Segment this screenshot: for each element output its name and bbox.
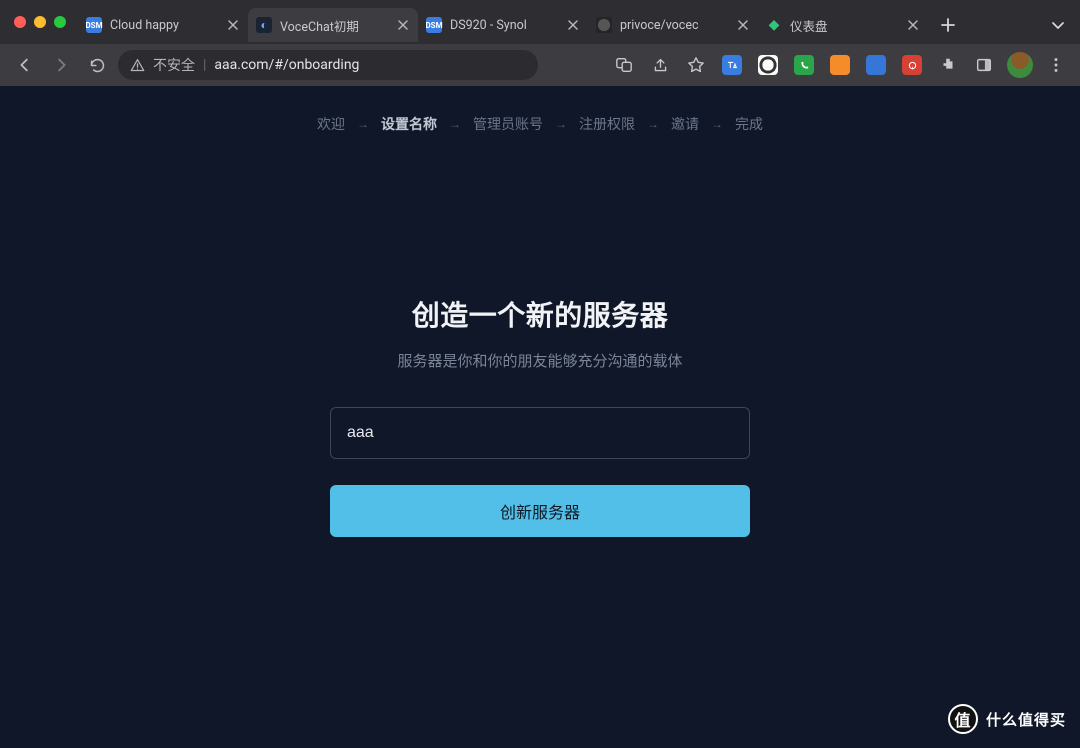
maximize-window-button[interactable]	[54, 16, 66, 28]
minimize-window-button[interactable]	[34, 16, 46, 28]
server-name-field-wrap	[330, 407, 750, 459]
create-server-button[interactable]: 创新服务器	[330, 485, 750, 537]
tab-vocechat[interactable]: ◐ VoceChat初期	[248, 8, 418, 42]
tab-label: Cloud happy	[110, 18, 218, 33]
extension-google-translate[interactable]	[718, 51, 746, 79]
back-button[interactable]	[10, 50, 40, 80]
profile-avatar[interactable]	[1006, 51, 1034, 79]
watermark-logo-icon: 值	[948, 704, 978, 734]
tab-bar: DSM Cloud happy ◐ VoceChat初期 DSM DS920 -…	[0, 0, 1080, 44]
step-invite: 邀请	[671, 114, 699, 134]
dsm-favicon-icon: DSM	[426, 17, 442, 33]
translate-icon[interactable]	[610, 51, 638, 79]
close-tab-icon[interactable]	[906, 18, 920, 32]
step-done: 完成	[735, 114, 763, 134]
browser-menu-button[interactable]	[1042, 51, 1070, 79]
create-server-form: 创新服务器	[330, 407, 750, 537]
tab-label: DS920 - Synol	[450, 18, 558, 33]
forward-button[interactable]	[46, 50, 76, 80]
close-tab-icon[interactable]	[566, 18, 580, 32]
browser-chrome: DSM Cloud happy ◐ VoceChat初期 DSM DS920 -…	[0, 0, 1080, 86]
extensions-icon[interactable]	[934, 51, 962, 79]
avatar-icon	[1007, 52, 1033, 78]
chevron-right-icon: →	[711, 117, 723, 131]
watermark: 值 什么值得买	[948, 704, 1066, 734]
extension-phone[interactable]	[790, 51, 818, 79]
onboarding-card: 创造一个新的服务器 服务器是你和你的朋友能够充分沟通的载体 创新服务器	[0, 134, 1080, 537]
address-bar[interactable]: 不安全 | aaa.com/#/onboarding	[118, 50, 538, 80]
toolbar: 不安全 | aaa.com/#/onboarding	[0, 44, 1080, 86]
chevron-right-icon: →	[449, 117, 461, 131]
tab-label: privoce/vocec	[620, 18, 728, 33]
page: 欢迎 → 设置名称 → 管理员账号 → 注册权限 → 邀请 → 完成 创造一个新…	[0, 86, 1080, 748]
chevron-right-icon: →	[357, 117, 369, 131]
extension-orange[interactable]	[826, 51, 854, 79]
tab-label: 仪表盘	[790, 16, 898, 35]
step-set-name: 设置名称	[381, 114, 437, 134]
window-controls	[8, 16, 78, 28]
tab-privoce[interactable]: privoce/vocec	[588, 8, 758, 42]
chevron-right-icon: →	[555, 117, 567, 131]
panel-icon[interactable]	[970, 51, 998, 79]
tab-dashboard[interactable]: ◆ 仪表盘	[758, 8, 928, 42]
reload-button[interactable]	[82, 50, 112, 80]
tab-cloud-happy[interactable]: DSM Cloud happy	[78, 8, 248, 42]
page-title: 创造一个新的服务器	[0, 294, 1080, 334]
toolbar-right	[610, 51, 1070, 79]
vocechat-favicon-icon: ◐	[256, 17, 272, 33]
warning-icon	[130, 58, 145, 73]
tabs: DSM Cloud happy ◐ VoceChat初期 DSM DS920 -…	[78, 0, 1072, 44]
bookmark-icon[interactable]	[682, 51, 710, 79]
new-tab-button[interactable]	[934, 11, 962, 39]
extension-surge[interactable]	[754, 51, 782, 79]
security-warning-text: 不安全	[153, 55, 195, 75]
extension-ublock[interactable]	[898, 51, 926, 79]
onboarding-steps: 欢迎 → 设置名称 → 管理员账号 → 注册权限 → 邀请 → 完成	[0, 86, 1080, 134]
close-tab-icon[interactable]	[226, 18, 240, 32]
chevron-right-icon: →	[647, 117, 659, 131]
url-text: aaa.com/#/onboarding	[214, 57, 359, 73]
extension-blue[interactable]	[862, 51, 890, 79]
server-name-input[interactable]	[330, 407, 750, 459]
tab-ds920[interactable]: DSM DS920 - Synol	[418, 8, 588, 42]
close-window-button[interactable]	[14, 16, 26, 28]
portainer-favicon-icon: ◆	[766, 17, 782, 33]
page-subtitle: 服务器是你和你的朋友能够充分沟通的载体	[0, 350, 1080, 371]
step-admin: 管理员账号	[473, 114, 543, 134]
close-tab-icon[interactable]	[396, 18, 410, 32]
close-tab-icon[interactable]	[736, 18, 750, 32]
omnibox-separator: |	[203, 57, 206, 73]
step-welcome: 欢迎	[317, 114, 345, 134]
step-register-permission: 注册权限	[579, 114, 635, 134]
share-icon[interactable]	[646, 51, 674, 79]
github-favicon-icon	[596, 17, 612, 33]
tab-overflow-button[interactable]	[1044, 11, 1072, 39]
dsm-favicon-icon: DSM	[86, 17, 102, 33]
watermark-text: 什么值得买	[986, 709, 1066, 730]
tab-label: VoceChat初期	[280, 16, 388, 35]
